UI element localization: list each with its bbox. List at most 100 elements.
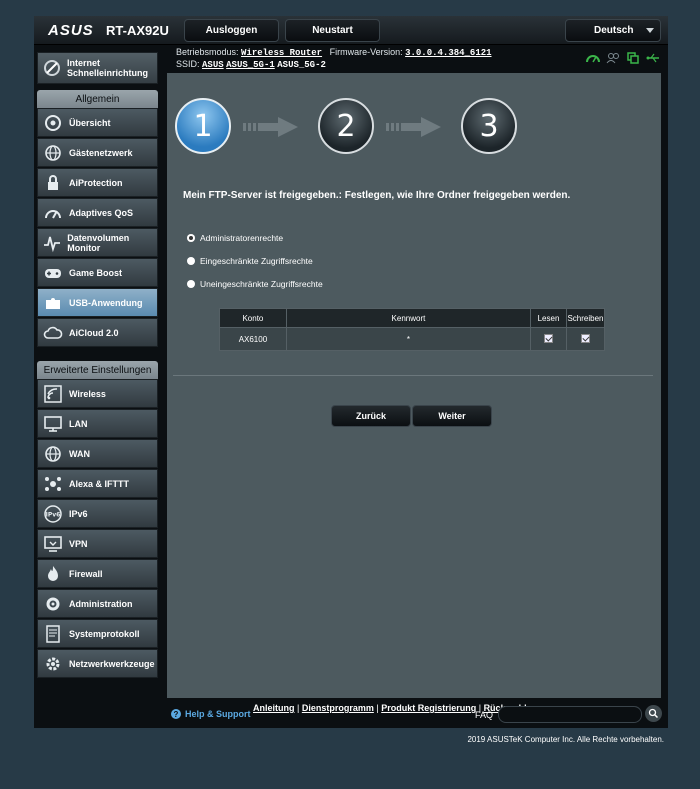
sidebar-header-advanced: Erweiterte Einstellungen [37, 361, 158, 379]
sidebar-item-network-tools[interactable]: Netzwerkwerkzeuge [37, 649, 158, 678]
usb-icon[interactable] [646, 52, 660, 64]
sidebar-item-label: Internet Schnelleinrichtung [67, 58, 149, 78]
sidebar-item-label: Übersicht [69, 117, 111, 128]
copy-icon[interactable] [626, 52, 640, 64]
network-map-icon [42, 113, 64, 133]
sidebar-item-adaptive-qos[interactable]: Adaptives QoS [37, 198, 158, 227]
sidebar-item-game-boost[interactable]: Game Boost [37, 258, 158, 287]
wifi-icon [42, 384, 64, 404]
sidebar-item-label: Systemprotokoll [69, 628, 140, 639]
wizard-step-1: 1 [175, 98, 231, 154]
sidebar-item-wan[interactable]: WAN [37, 439, 158, 468]
option-label: Eingeschränkte Zugriffsrechte [200, 256, 313, 266]
reboot-button[interactable]: Neustart [285, 19, 380, 42]
help-icon: ? [171, 709, 181, 719]
ssid-label: SSID: [176, 59, 200, 69]
status-line-mode: Betriebsmodus: Wireless Router Firmware-… [176, 47, 492, 58]
sidebar-item-alexa-ifttt[interactable]: Alexa & IFTTT [37, 469, 158, 498]
footer: ? Help & Support Anleitung | Dienstprogr… [167, 702, 662, 726]
sidebar-header-general: Allgemein [37, 90, 158, 108]
write-checkbox[interactable] [580, 333, 590, 343]
gear-icon [42, 654, 64, 674]
internet-status-icon[interactable] [586, 52, 600, 64]
globe-icon [42, 143, 64, 163]
puzzle-icon [42, 293, 64, 313]
language-select[interactable]: Deutsch [565, 19, 661, 42]
cloud-icon [42, 323, 64, 343]
firmware-label: Firmware-Version: [329, 47, 403, 57]
radio-button[interactable] [187, 280, 195, 288]
option-label: Uneingeschränkte Zugriffsrechte [200, 279, 323, 289]
sidebar-item-system-log[interactable]: Systemprotokoll [37, 619, 158, 648]
faq-label: FAQ [475, 710, 494, 720]
firmware-value-link[interactable]: 3.0.0.4.384_6121 [405, 48, 491, 58]
sidebar-item-label: Adaptives QoS [69, 207, 134, 218]
read-checkbox[interactable] [544, 333, 553, 343]
help-label: Help & Support [185, 709, 251, 719]
lock-icon [42, 173, 64, 193]
sidebar-item-label: AiCloud 2.0 [69, 327, 119, 338]
step-arrow-icon [243, 117, 298, 137]
option-limited-rights[interactable]: Eingeschränkte Zugriffsrechte [187, 256, 313, 266]
sidebar-item-label: Firewall [69, 568, 103, 579]
sidebar-item-label: VPN [69, 538, 88, 549]
sidebar-item-wireless[interactable]: Wireless [37, 379, 158, 408]
write-cell [565, 327, 606, 351]
link-manual[interactable]: Anleitung [253, 703, 295, 713]
gauge-icon [42, 203, 64, 223]
radio-button-selected[interactable] [187, 234, 195, 242]
sidebar-item-firewall[interactable]: Firewall [37, 559, 158, 588]
column-header-account: Konto [219, 308, 287, 328]
table-row: AX6100 * [219, 327, 606, 351]
sidebar-item-lan[interactable]: LAN [37, 409, 158, 438]
sidebar-item-aicloud[interactable]: AiCloud 2.0 [37, 318, 158, 347]
sidebar-item-label: Alexa & IFTTT [69, 478, 130, 489]
model-name: RT-AX92U [106, 23, 169, 38]
sidebar-item-guest-network[interactable]: Gästenetzwerk [37, 138, 158, 167]
sidebar-item-ipv6[interactable]: IPv6 IPv6 [37, 499, 158, 528]
next-button[interactable]: Weiter [412, 405, 492, 427]
globe-icon [42, 444, 64, 464]
mode-value-link[interactable]: Wireless Router [241, 48, 322, 58]
sidebar-item-quick-setup[interactable]: Internet Schnelleinrichtung [37, 52, 158, 84]
option-label: Administratorenrechte [200, 233, 284, 243]
gamepad-icon [42, 263, 64, 283]
wizard-step-3: 3 [461, 98, 517, 154]
language-value: Deutsch [594, 25, 634, 36]
password-cell: * [285, 327, 532, 351]
ssid-link-2[interactable]: ASUS_5G-1 [226, 60, 275, 70]
back-button[interactable]: Zurück [331, 405, 411, 427]
sidebar-item-overview[interactable]: Übersicht [37, 108, 158, 137]
search-button[interactable] [645, 705, 662, 722]
svg-text:IPv6: IPv6 [46, 511, 61, 518]
admin-icon [42, 594, 64, 614]
logout-button[interactable]: Ausloggen [184, 19, 279, 42]
sidebar-item-label: LAN [69, 418, 88, 429]
fire-icon [42, 564, 64, 584]
mode-label: Betriebsmodus: [176, 47, 239, 57]
vpn-icon [42, 534, 64, 554]
sidebar-item-label: IPv6 [69, 508, 88, 519]
column-header-read: Lesen [530, 308, 567, 328]
faq-search-input[interactable] [498, 706, 642, 723]
sidebar-item-usb-application[interactable]: USB-Anwendung [37, 288, 158, 317]
copyright: 2019 ASUSTeK Computer Inc. Alle Rechte v… [467, 735, 664, 744]
sidebar-item-traffic-monitor[interactable]: Datenvolumen Monitor [37, 228, 158, 257]
sidebar-item-label: Gästenetzwerk [69, 147, 133, 158]
asus-logo: ASUS [48, 22, 94, 39]
sidebar-item-vpn[interactable]: VPN [37, 529, 158, 558]
clients-icon[interactable] [606, 52, 620, 64]
link-utility[interactable]: Dienstprogramm [302, 703, 374, 713]
sidebar-item-aiprotection[interactable]: AiProtection [37, 168, 158, 197]
sidebar-item-administration[interactable]: Administration [37, 589, 158, 618]
radio-button[interactable] [187, 257, 195, 265]
column-header-write: Schreiben [565, 308, 606, 328]
option-unlimited-rights[interactable]: Uneingeschränkte Zugriffsrechte [187, 279, 323, 289]
link-product-registration[interactable]: Produkt Registrierung [381, 703, 476, 713]
search-icon [648, 708, 659, 719]
ssid-link-1[interactable]: ASUS [202, 60, 224, 70]
ssid-link-3[interactable]: ASUS_5G-2 [277, 60, 326, 70]
help-support-link[interactable]: ? Help & Support [171, 709, 251, 719]
option-admin-rights[interactable]: Administratorenrechte [187, 233, 283, 243]
sidebar-item-label: WAN [69, 448, 90, 459]
